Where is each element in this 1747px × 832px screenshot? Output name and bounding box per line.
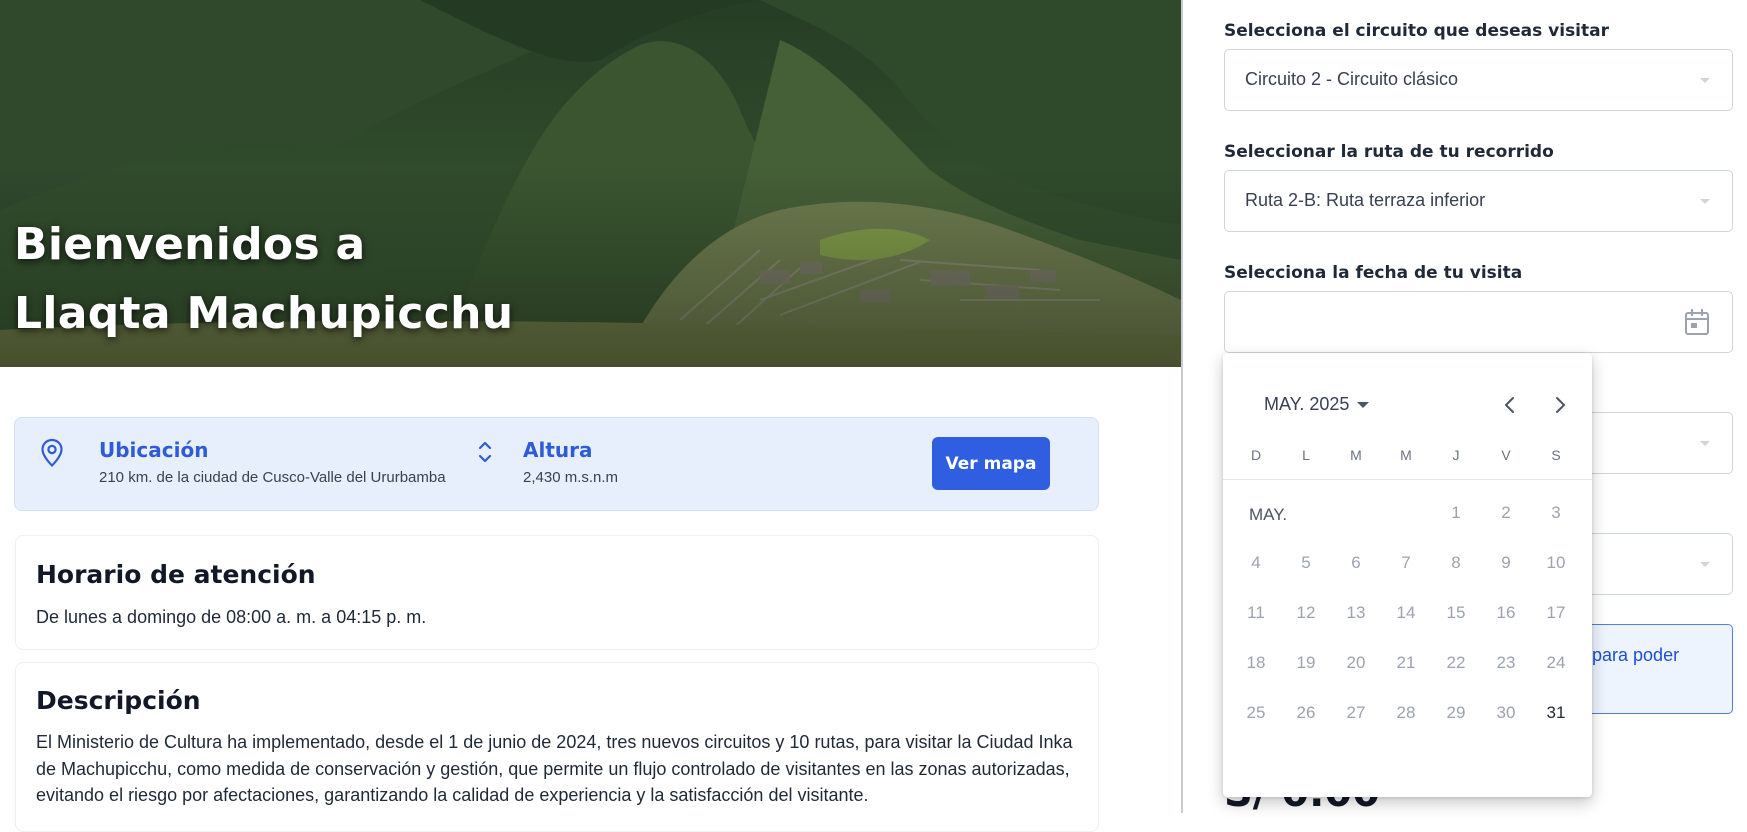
weekday-label: D xyxy=(1250,447,1262,463)
schedule-title: Horario de atención xyxy=(36,560,316,589)
description-title: Descripción xyxy=(36,686,201,715)
altitude-value: 2,430 m.s.n.m xyxy=(523,469,619,486)
chevron-down-icon xyxy=(1700,199,1710,204)
calendar-day: 10 xyxy=(1546,553,1566,572)
circuit-label: Selecciona el circuito que deseas visita… xyxy=(1224,21,1609,41)
calendar-day: 29 xyxy=(1446,703,1466,722)
calendar-day: 9 xyxy=(1501,553,1511,572)
calendar-day: 22 xyxy=(1446,653,1466,672)
chevron-down-icon xyxy=(1700,441,1710,446)
weekday-label: M xyxy=(1400,447,1412,463)
chevron-down-icon xyxy=(1700,78,1710,83)
location-value: 210 km. de la ciudad de Cusco-Valle del … xyxy=(99,469,446,486)
weekday-label: J xyxy=(1452,447,1460,463)
previous-month-button[interactable] xyxy=(1494,389,1526,421)
calendar-day: 12 xyxy=(1296,603,1316,622)
calendar-day: 6 xyxy=(1351,553,1361,572)
calendar-day: 7 xyxy=(1401,553,1411,572)
calendar-day: 30 xyxy=(1496,703,1516,722)
calendar-day: 23 xyxy=(1496,653,1516,672)
description-card: Descripción El Ministerio de Cultura ha … xyxy=(15,662,1099,832)
circuit-select[interactable]: Circuito 2 - Circuito clásico xyxy=(1224,49,1733,111)
caret-down-icon xyxy=(1357,401,1370,408)
calendar-day: 28 xyxy=(1396,703,1416,722)
location-pin-icon xyxy=(41,438,63,468)
month-year-label: MAY. 2025 xyxy=(1264,394,1350,414)
hero-banner: Bienvenidos a Llaqta Machupicchu xyxy=(0,0,1181,367)
description-text: El Ministerio de Cultura ha implementado… xyxy=(36,732,1073,805)
notice-text: a para poder xyxy=(1577,645,1680,665)
weekday-label: V xyxy=(1501,447,1511,463)
weekday-label: L xyxy=(1302,447,1310,463)
altitude-label: Altura xyxy=(523,438,593,462)
calendar-icon[interactable] xyxy=(1684,308,1710,336)
chevron-left-icon xyxy=(1505,397,1514,413)
calendar-day: 20 xyxy=(1346,653,1366,672)
up-down-chevron-icon xyxy=(478,441,492,463)
calendar-day[interactable]: 31 xyxy=(1536,698,1576,728)
calendar-day: 16 xyxy=(1496,603,1516,622)
calendar-day: 18 xyxy=(1246,653,1266,672)
next-month-button[interactable] xyxy=(1544,389,1576,421)
calendar-day: 3 xyxy=(1551,503,1561,522)
hero-title-line2: Llaqta Machupicchu xyxy=(14,288,514,339)
schedule-card: Horario de atención De lunes a domingo d… xyxy=(15,535,1099,650)
calendar-day: 24 xyxy=(1546,653,1566,672)
location-label: Ubicación xyxy=(99,438,209,462)
month-tag: MAY. xyxy=(1249,505,1288,524)
calendar-day: 26 xyxy=(1296,703,1316,722)
calendar-day: 11 xyxy=(1247,603,1265,622)
calendar-day: 17 xyxy=(1546,603,1566,622)
weekday-header: D L M M J V S xyxy=(1223,447,1592,473)
calendar-day: 8 xyxy=(1451,553,1461,572)
calendar-day: 21 xyxy=(1396,653,1416,672)
calendar-day: 14 xyxy=(1396,603,1416,622)
circuit-value: Circuito 2 - Circuito clásico xyxy=(1245,69,1459,89)
route-value: Ruta 2-B: Ruta terraza inferior xyxy=(1245,190,1486,210)
calendar-day: 25 xyxy=(1246,703,1266,722)
calendar-day: 4 xyxy=(1251,553,1261,572)
hero-title: Bienvenidos a Llaqta Machupicchu xyxy=(14,210,513,348)
calendar-day: 27 xyxy=(1346,703,1366,722)
route-label: Seleccionar la ruta de tu recorrido xyxy=(1224,142,1554,162)
calendar-day: 2 xyxy=(1501,503,1511,522)
info-bar: Ubicación 210 km. de la ciudad de Cusco-… xyxy=(14,417,1099,511)
calendar-day: 5 xyxy=(1301,553,1311,572)
main-content: Bienvenidos a Llaqta Machupicchu Ubicaci… xyxy=(0,0,1181,832)
weekday-label: S xyxy=(1551,447,1561,463)
picker-divider xyxy=(1223,479,1592,480)
schedule-text: De lunes a domingo de 08:00 a. m. a 04:1… xyxy=(36,607,427,627)
route-select[interactable]: Ruta 2-B: Ruta terraza inferior xyxy=(1224,170,1733,232)
weekday-label: M xyxy=(1350,447,1362,463)
date-label: Selecciona la fecha de tu visita xyxy=(1224,263,1523,283)
month-year-selector[interactable]: MAY. 2025 xyxy=(1264,394,1370,415)
view-map-button[interactable]: Ver mapa xyxy=(932,437,1050,490)
hero-title-line1: Bienvenidos a xyxy=(14,219,366,270)
calendar-day: 15 xyxy=(1446,603,1466,622)
date-input[interactable] xyxy=(1224,291,1733,353)
chevron-down-icon xyxy=(1700,562,1710,567)
calendar-day: 1 xyxy=(1451,503,1461,522)
calendar-day: 19 xyxy=(1296,653,1316,672)
date-picker-popup: MAY. 2025 D L M M J V S MAY. 1 2 3 4 5 6 7 8 9 10… xyxy=(1223,353,1592,797)
calendar-day: 13 xyxy=(1346,603,1366,622)
chevron-right-icon xyxy=(1556,397,1565,413)
